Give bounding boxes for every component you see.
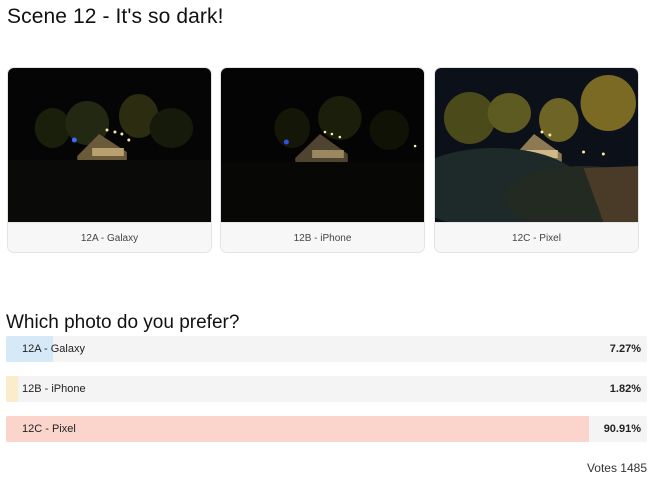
poll-option-label: 12C - Pixel (22, 423, 76, 435)
photo-card-12c[interactable]: 12C - Pixel (434, 67, 639, 253)
vote-count: Votes 1485 (586, 461, 647, 475)
photo-caption: 12C - Pixel (435, 222, 638, 252)
poll-question: Which photo do you prefer? (6, 312, 240, 333)
poll-option-12c[interactable]: 12C - Pixel 90.91% (6, 416, 647, 442)
photo-12c-image[interactable] (435, 68, 638, 222)
photo-caption: 12A - Galaxy (8, 222, 211, 252)
poll-option-percent: 90.91% (603, 423, 641, 435)
photo-card-12b[interactable]: 12B - iPhone (220, 67, 425, 253)
poll-bar-fill (6, 416, 589, 442)
page-title: Scene 12 - It's so dark! (7, 5, 224, 28)
poll-option-12a[interactable]: 12A - Galaxy 7.27% (6, 336, 647, 362)
poll-option-label: 12A - Galaxy (22, 343, 85, 355)
poll-option-label: 12B - iPhone (22, 383, 86, 395)
poll-option-percent: 1.82% (609, 383, 641, 395)
poll-option-percent: 7.27% (609, 343, 641, 355)
poll-bar-fill (6, 376, 18, 402)
photo-card-12a[interactable]: 12A - Galaxy (7, 67, 212, 253)
photo-12a-image[interactable] (8, 68, 211, 222)
photo-caption: 12B - iPhone (221, 222, 424, 252)
photo-12b-image[interactable] (221, 68, 424, 222)
photo-grid: 12A - Galaxy 12B - iPhone 12C - Pixel (7, 67, 647, 255)
poll-option-12b[interactable]: 12B - iPhone 1.82% (6, 376, 647, 402)
